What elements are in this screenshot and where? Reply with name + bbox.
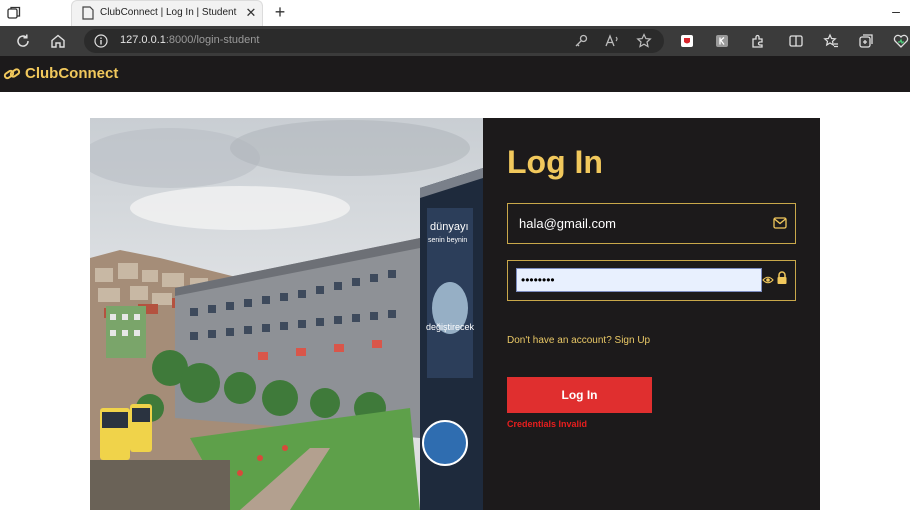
extension-k-icon[interactable] (713, 32, 731, 50)
read-aloud-icon[interactable] (603, 32, 621, 50)
extensions-puzzle-icon[interactable] (749, 32, 767, 50)
email-field[interactable]: hala@gmail.com (507, 203, 796, 244)
page-title: Log In (507, 144, 603, 180)
brand-name[interactable]: ClubConnect (25, 65, 118, 82)
banner-text-2: senin beynin (428, 237, 467, 244)
address-bar[interactable]: 127.0.0.1:8000/login-student (84, 29, 664, 53)
url-text[interactable]: 127.0.0.1:8000/login-student (120, 34, 259, 46)
home-icon[interactable] (49, 32, 67, 50)
password-input[interactable]: •••••••• (516, 268, 762, 292)
mail-icon (773, 217, 787, 229)
key-icon[interactable] (572, 32, 590, 50)
browser-tab-strip: ClubConnect | Log In | Student ✕ + – (0, 0, 910, 26)
browser-tab[interactable]: ClubConnect | Log In | Student ✕ (71, 0, 263, 26)
tab-actions-icon[interactable] (6, 5, 22, 21)
favorites-icon[interactable] (822, 32, 840, 50)
login-card: dünyayı senin beynin değiştirecek Log In (90, 118, 820, 510)
password-field[interactable]: •••••••• (507, 260, 796, 301)
site-info-icon[interactable] (94, 34, 108, 48)
tab-title: ClubConnect | Log In | Student (100, 7, 237, 18)
campus-photo: dünyayı senin beynin değiştirecek (90, 118, 483, 510)
eye-icon[interactable] (762, 274, 774, 286)
banner-text-3: değiştirecek (426, 322, 475, 332)
lock-icon (777, 271, 787, 284)
email-input-value[interactable]: hala@gmail.com (519, 216, 616, 231)
browser-toolbar: 127.0.0.1:8000/login-student (0, 26, 910, 56)
new-tab-icon[interactable]: + (270, 3, 290, 23)
split-screen-icon[interactable] (787, 32, 805, 50)
signup-link[interactable]: Don't have an account? Sign Up (507, 335, 650, 346)
close-tab-icon[interactable]: ✕ (244, 5, 258, 21)
link-icon (3, 68, 21, 80)
error-message: Credentials Invalid (507, 419, 588, 429)
browser-essentials-icon[interactable] (892, 32, 910, 50)
page-icon (82, 6, 94, 20)
login-button[interactable]: Log In (507, 377, 652, 413)
favorite-star-icon[interactable] (635, 32, 653, 50)
password-mask: •••••••• (521, 273, 555, 287)
banner-text-1: dünyayı (430, 221, 469, 233)
collections-icon[interactable] (857, 32, 875, 50)
app-header: ClubConnect (0, 56, 910, 92)
minimize-window-icon[interactable]: – (888, 4, 904, 20)
refresh-icon[interactable] (14, 32, 32, 50)
login-panel: Log In hala@gmail.com •••••••• Don't hav… (483, 118, 820, 510)
extension-shield-icon[interactable] (678, 32, 696, 50)
